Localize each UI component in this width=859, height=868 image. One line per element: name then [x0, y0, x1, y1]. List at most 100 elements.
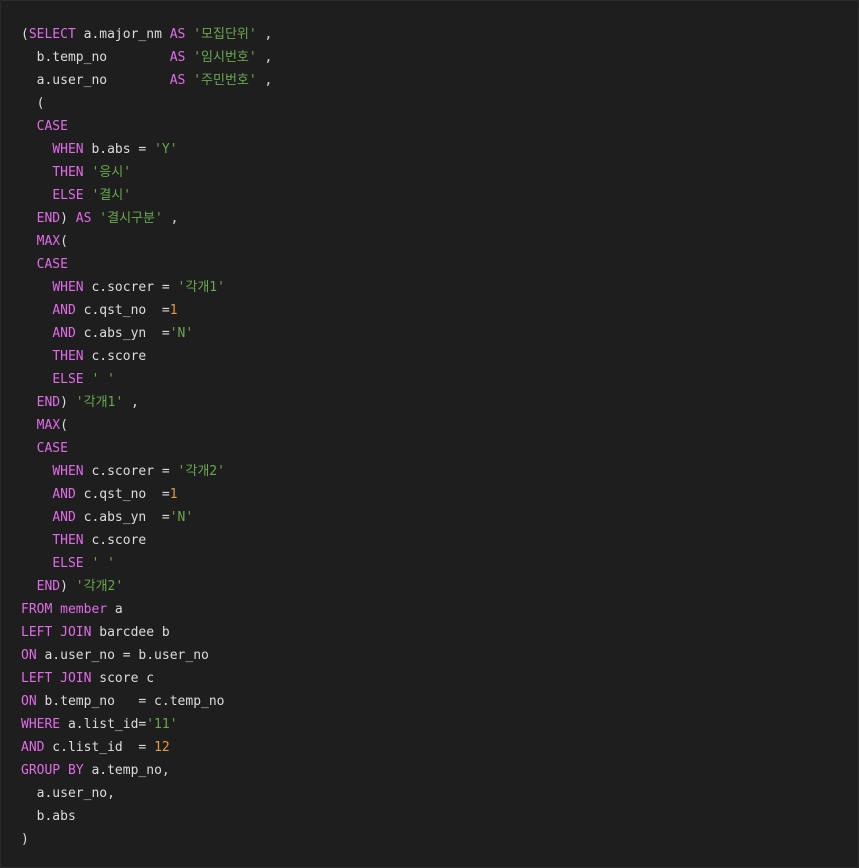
string-token: '모집단위' [193, 27, 257, 42]
code-line: b.temp_no AS '임시번호' , [21, 46, 273, 69]
keyword-token: SELECT [28, 27, 76, 42]
keyword-token: WHEN [52, 280, 84, 295]
text-token: a.list_id= [60, 717, 147, 732]
string-token: 'Y' [154, 142, 178, 157]
keyword-token: LEFT JOIN [21, 625, 92, 640]
code-line: b.abs [21, 805, 272, 828]
code-line: AND c.abs_yn ='N' [21, 322, 272, 345]
code-line: CASE [21, 437, 272, 460]
keyword-token: FROM [21, 602, 53, 617]
code-editor[interactable]: (SELECT a.major_nm AS '모집단위' , b.temp_no… [0, 0, 859, 868]
text-token: b.abs [21, 809, 76, 824]
keyword-token: MAX [36, 418, 61, 433]
code-line: LEFT JOIN barcdee b [21, 621, 272, 644]
keyword-token: END [36, 579, 61, 594]
code-line: WHERE a.list_id='11' [21, 713, 272, 736]
text-token: a.user_no, [21, 786, 115, 801]
keyword-token: GROUP BY [21, 763, 84, 778]
code-line: AND c.list_id = 12 [21, 736, 272, 759]
code-line: LEFT JOIN score c [21, 667, 272, 690]
keyword-token: MAX [36, 234, 61, 249]
keyword-token: AND [52, 326, 76, 341]
keyword-token: AND [52, 510, 76, 525]
keyword-token: CASE [36, 119, 68, 134]
keyword-token: END [36, 395, 61, 410]
string-token: ' ' [91, 372, 115, 387]
keyword-token: AS [169, 73, 186, 88]
keyword-token: LEFT JOIN [21, 671, 92, 686]
number-token: 1 [169, 487, 178, 502]
text-token: barcdee b [91, 625, 170, 640]
text-token: c.score [83, 349, 147, 364]
text-token: c.score [83, 533, 147, 548]
text-token: c.abs_yn = [75, 326, 170, 341]
text-token: ( [21, 27, 29, 42]
text-token: a.major_nm [75, 27, 170, 42]
text-token: c.list_id = [44, 740, 155, 755]
text-token: c.qst_no = [75, 303, 170, 318]
text-token: , [256, 27, 273, 42]
keyword-token: END [36, 211, 61, 226]
text-token: , [123, 395, 139, 410]
string-token: ' ' [91, 556, 115, 571]
text-token: c.scorer = [83, 464, 178, 479]
code-line: a.user_no, [21, 782, 272, 805]
number-token: 12 [154, 740, 170, 755]
number-token: 1 [169, 303, 178, 318]
code-line: FROM member a [21, 598, 272, 621]
code-line: END) AS '결시구분' , [21, 207, 272, 230]
code-line: END) '각개2' [21, 575, 272, 598]
text-token: ( [60, 234, 68, 249]
code-line: ON a.user_no = b.user_no [21, 644, 272, 667]
text-token: a.user_no = b.user_no [36, 648, 209, 663]
text-token: ) [60, 211, 76, 226]
text-token: a.temp_no, [83, 763, 170, 778]
string-token: '11' [146, 717, 178, 732]
text-token: c.abs_yn = [75, 510, 170, 525]
code-line: AND c.qst_no =1 [21, 483, 272, 506]
keyword-token: WHEN [52, 142, 84, 157]
string-token: 'N' [169, 326, 194, 341]
code-line: WHEN b.abs = 'Y' [21, 138, 272, 161]
string-token: '각개2' [177, 464, 225, 479]
keyword-token: AS [169, 50, 186, 65]
code-line: AND c.qst_no =1 [21, 299, 272, 322]
text-token: , [256, 50, 273, 65]
code-line: END) '각개1' , [21, 391, 272, 414]
code-line: THEN '응시' [21, 161, 272, 184]
code-line: ELSE '결시' [21, 184, 272, 207]
text-token: ( [60, 418, 68, 433]
keyword-token: THEN [52, 165, 84, 180]
string-token: '각개1' [177, 280, 225, 295]
keyword-token: CASE [36, 257, 68, 272]
text-token: ( [21, 96, 45, 111]
string-token: '응시' [91, 165, 132, 180]
code-line: AND c.abs_yn ='N' [21, 506, 272, 529]
text-token: ) [60, 579, 76, 594]
text-token: score c [91, 671, 155, 686]
text-token: b.temp_no = c.temp_no [36, 694, 225, 709]
keyword-token: ON [21, 648, 37, 663]
keyword-token: AND [52, 303, 76, 318]
sql-code-block[interactable]: (SELECT a.major_nm AS '모집단위' , b.temp_no… [21, 23, 272, 851]
text-token: , [162, 211, 179, 226]
string-token: '결시구분' [99, 211, 163, 226]
